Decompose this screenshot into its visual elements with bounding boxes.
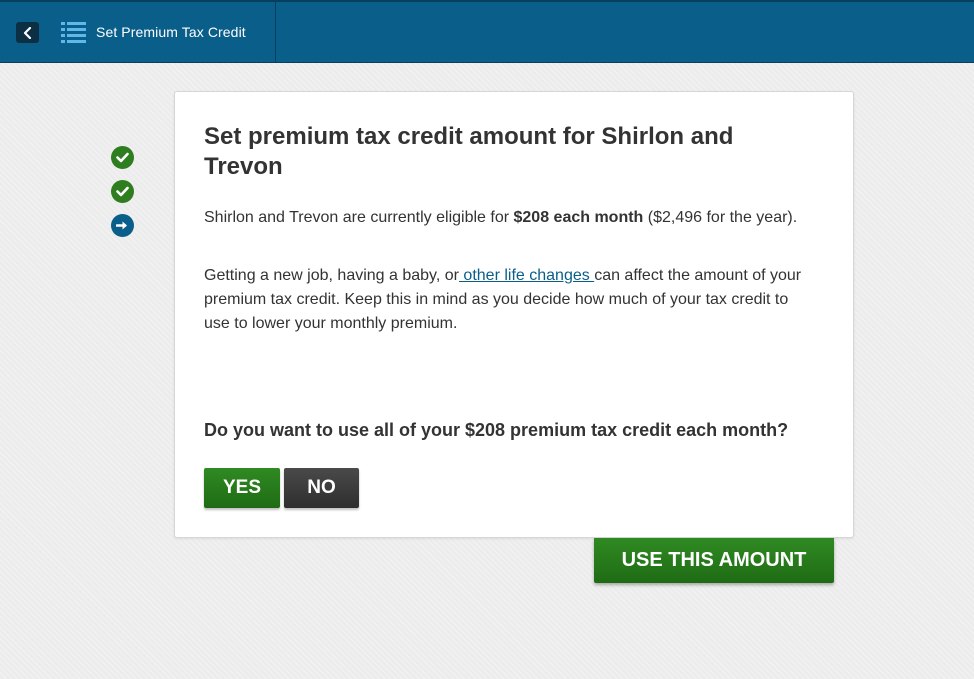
step-complete-2 — [111, 180, 134, 203]
no-button[interactable]: NO — [284, 468, 359, 508]
step-current — [111, 214, 134, 237]
eligibility-prefix: Shirlon and Trevon are currently eligibl… — [204, 209, 514, 226]
question-text: Do you want to use all of your $208 prem… — [204, 420, 789, 440]
use-this-amount-button[interactable]: USE THIS AMOUNT — [594, 538, 834, 583]
progress-steps — [111, 146, 134, 248]
page-title: Set Premium Tax Credit — [96, 24, 246, 40]
card-title: Set premium tax credit amount for Shirlo… — [204, 123, 734, 180]
other-life-changes-link[interactable]: other life changes — [459, 267, 594, 284]
tax-credit-card: Set premium tax credit amount for Shirlo… — [174, 91, 854, 538]
arrow-right-icon — [116, 221, 127, 230]
info-prefix: Getting a new job, having a baby, or — [204, 267, 459, 284]
check-icon — [116, 152, 129, 163]
header-divider — [275, 2, 276, 63]
back-button[interactable] — [16, 22, 39, 43]
top-navigation-bar: Set Premium Tax Credit — [0, 0, 974, 63]
step-complete-1 — [111, 146, 134, 169]
eligibility-suffix: ($2,496 for the year). — [643, 209, 798, 226]
list-icon[interactable] — [61, 21, 86, 43]
eligibility-text: Shirlon and Trevon are currently eligibl… — [204, 206, 814, 230]
yes-button[interactable]: YES — [204, 468, 280, 508]
chevron-left-icon — [23, 26, 31, 39]
info-text: Getting a new job, having a baby, or oth… — [204, 264, 814, 336]
check-icon — [116, 186, 129, 197]
eligible-amount: $208 each month — [513, 209, 644, 226]
